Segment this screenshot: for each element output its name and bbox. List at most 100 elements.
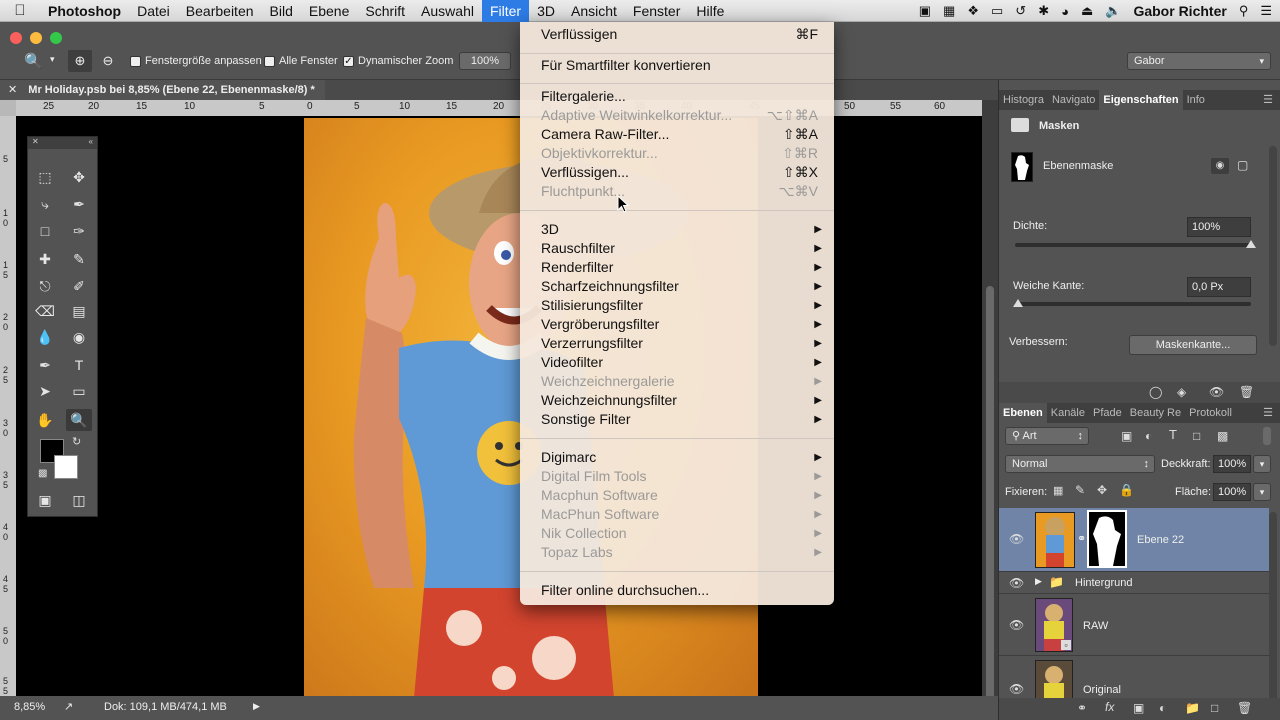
tab-navigator[interactable]: Navigato — [1048, 90, 1099, 110]
menu-item-filter-online[interactable]: Filter online durchsuchen... — [520, 581, 834, 600]
toggle-mask-visibility-icon[interactable]: 👁 — [1209, 385, 1224, 399]
layer-name[interactable]: Ebene 22 — [1137, 534, 1184, 546]
menu-bild[interactable]: Bild — [262, 0, 301, 22]
layer-filter-kind-select[interactable]: ⚲ Art ↕ — [1005, 427, 1089, 445]
brush-tool-icon[interactable]: ✎ — [66, 248, 92, 270]
layer-row-ebene-22[interactable]: 👁 ⚭ Ebene 22 — [999, 508, 1269, 572]
load-selection-icon[interactable]: ◯ — [1149, 385, 1162, 399]
screen-mode-icon[interactable]: ◫ — [66, 489, 92, 511]
feather-slider[interactable] — [1013, 299, 1251, 307]
clone-stamp-tool-icon[interactable]: ⎋ — [32, 275, 58, 297]
user-name[interactable]: Gabor Richter — [1133, 3, 1226, 19]
dropbox-icon[interactable]: ❖ — [967, 3, 979, 19]
crop-tool-icon[interactable]: □ — [32, 220, 58, 242]
layers-scrollbar[interactable] — [1269, 512, 1277, 702]
notification-list-icon[interactable]: ☰ — [1260, 3, 1272, 19]
menu-ebene[interactable]: Ebene — [301, 0, 357, 22]
minimize-window-button[interactable] — [30, 32, 42, 44]
document-tab[interactable]: ✕ Mr Holiday.psb bei 8,85% (Ebene 22, Eb… — [0, 80, 325, 100]
tab-histogram[interactable]: Histogra — [999, 90, 1048, 110]
close-panel-icon[interactable]: ✕ — [32, 137, 39, 146]
tab-history[interactable]: Protokoll — [1185, 403, 1236, 423]
bluetooth-icon[interactable]: ✱ — [1038, 3, 1049, 19]
filter-adjustment-icon[interactable]: ◐ — [1145, 429, 1152, 443]
canvas-vertical-scrollbar[interactable] — [982, 100, 998, 706]
menu-filter[interactable]: Filter — [481, 0, 530, 22]
filter-toggle-switch[interactable] — [1263, 427, 1271, 445]
tab-properties[interactable]: Eigenschaften — [1099, 90, 1183, 110]
close-tab-icon[interactable]: ✕ — [8, 84, 17, 96]
layers-panel-menu-icon[interactable]: ☰ — [1259, 403, 1280, 423]
menu-item-3d[interactable]: 3D ▶ — [520, 220, 834, 239]
background-color-swatch[interactable] — [54, 455, 78, 479]
density-input[interactable]: 100% — [1187, 217, 1251, 237]
menu-item-rauschfilter[interactable]: Rauschfilter ▶ — [520, 239, 834, 258]
tab-channels[interactable]: Kanäle — [1047, 403, 1089, 423]
path-selection-tool-icon[interactable]: ➤ — [32, 380, 58, 402]
display-icon[interactable]: ▣ — [919, 3, 931, 19]
filter-type-icon[interactable]: T — [1169, 427, 1177, 442]
pen-tool-icon[interactable]: ✒ — [32, 354, 58, 376]
lock-all-icon[interactable]: 🔒 — [1119, 483, 1134, 497]
zoom-window-button[interactable] — [50, 32, 62, 44]
zoom-tool-icon[interactable]: 🔍 — [66, 409, 92, 431]
layer-row-raw[interactable]: 👁 ▫ RAW — [999, 594, 1269, 656]
hand-tool-icon[interactable]: ✋ — [32, 409, 58, 431]
ruler-origin[interactable] — [0, 100, 16, 116]
eye-icon[interactable]: 👁 — [1009, 618, 1024, 632]
close-window-button[interactable] — [10, 32, 22, 44]
menu-item-renderfilter[interactable]: Renderfilter ▶ — [520, 258, 834, 277]
volume-icon[interactable]: 🔈 — [1105, 3, 1121, 19]
apply-mask-icon[interactable]: ◈ — [1177, 385, 1186, 399]
blur-tool-icon[interactable]: 💧 — [32, 326, 58, 348]
horizontal-ruler[interactable]: 25 20 15 10 5 0 5 10 15 20 25 30 35 40 4… — [16, 100, 982, 116]
tab-beauty-retouch[interactable]: Beauty Re — [1126, 403, 1185, 423]
layer-row-original[interactable]: 👁 Original — [999, 656, 1269, 700]
collapse-panel-icon[interactable]: « — [89, 137, 93, 146]
menu-item-scharfzeichnungsfilter[interactable]: Scharfzeichnungsfilter ▶ — [520, 277, 834, 296]
eject-icon[interactable]: ⏏ — [1081, 3, 1093, 19]
menu-fenster[interactable]: Fenster — [625, 0, 688, 22]
mask-edge-button[interactable]: Maskenkante... — [1129, 335, 1257, 355]
panel-menu-icon[interactable]: ☰ — [1259, 90, 1280, 110]
tab-info[interactable]: Info — [1183, 90, 1209, 110]
delete-mask-icon[interactable]: 🗑 — [1239, 385, 1254, 399]
expand-group-icon[interactable]: ▶ — [1035, 576, 1042, 587]
menu-bearbeiten[interactable]: Bearbeiten — [178, 0, 262, 22]
layer-name[interactable]: RAW — [1083, 620, 1108, 632]
app-icon[interactable]: ▦ — [943, 3, 955, 19]
menu-hilfe[interactable]: Hilfe — [688, 0, 732, 22]
mask-link-icon[interactable]: ⚭ — [1077, 532, 1086, 545]
add-mask-icon[interactable]: ▣ — [1133, 701, 1144, 715]
apple-icon[interactable]:  — [0, 2, 40, 19]
menu-item-camera-raw[interactable]: Camera Raw-Filter... ⇧⌘A — [520, 125, 834, 144]
all-windows-checkbox[interactable]: Alle Fenster — [264, 55, 338, 67]
eye-icon[interactable]: 👁 — [1009, 682, 1024, 696]
marquee-tool-icon[interactable]: ⬚ — [32, 166, 58, 188]
menu-item-weichzeichnungsfilter[interactable]: Weichzeichnungsfilter ▶ — [520, 391, 834, 410]
opacity-dropdown-icon[interactable]: ▾ — [1253, 455, 1271, 473]
menu-item-verfluessigen-last[interactable]: Verflüssigen ⌘F — [520, 25, 834, 44]
new-adjustment-layer-icon[interactable]: ◐ — [1159, 701, 1166, 715]
feather-slider-handle[interactable] — [1013, 299, 1023, 307]
menu-datei[interactable]: Datei — [129, 0, 178, 22]
menu-schrift[interactable]: Schrift — [357, 0, 413, 22]
eye-icon[interactable]: 👁 — [1009, 576, 1024, 590]
delete-layer-icon[interactable]: 🗑 — [1237, 701, 1252, 715]
fill-dropdown-icon[interactable]: ▾ — [1253, 483, 1271, 501]
status-zoom[interactable]: 8,85% — [14, 701, 45, 713]
menu-app[interactable]: Photoshop — [40, 0, 129, 22]
share-icon[interactable]: ↗ — [64, 700, 73, 713]
menu-auswahl[interactable]: Auswahl — [413, 0, 482, 22]
eyedropper-tool-icon[interactable]: ✑ — [66, 220, 92, 242]
add-vector-mask-icon[interactable]: ▢ — [1237, 158, 1248, 172]
opacity-input[interactable]: 100% — [1213, 455, 1251, 473]
blend-mode-select[interactable]: Normal ↕ — [1005, 455, 1155, 473]
properties-scrollbar[interactable] — [1269, 146, 1277, 346]
spotlight-search-icon[interactable]: ⚲ — [1239, 3, 1249, 19]
new-group-icon[interactable]: 📁 — [1185, 701, 1200, 715]
zoom-in-icon[interactable]: ⊕ — [68, 50, 92, 72]
lock-transparent-icon[interactable]: ▦ — [1053, 484, 1063, 497]
document-canvas[interactable] — [16, 116, 982, 696]
layer-mask-thumbnail[interactable] — [1087, 510, 1127, 568]
